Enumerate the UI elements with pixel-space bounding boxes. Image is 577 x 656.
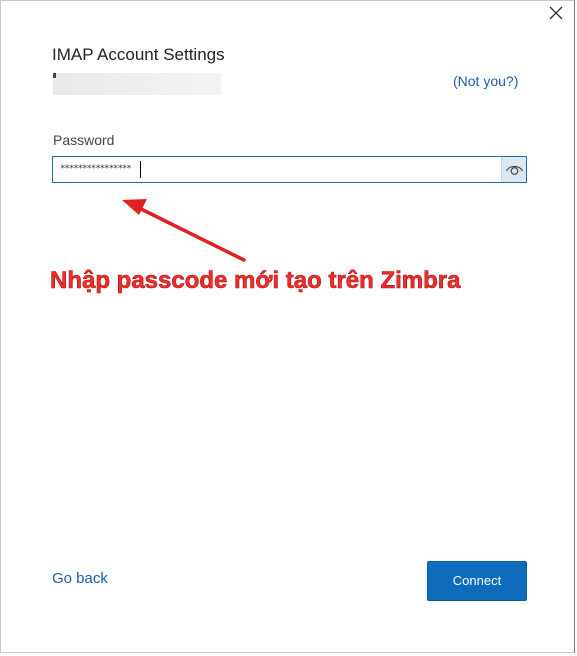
- connect-button[interactable]: Connect: [427, 561, 527, 601]
- go-back-link[interactable]: Go back: [52, 570, 108, 587]
- imap-settings-dialog: IMAP Account Settings (Not you?) Passwor…: [0, 0, 575, 653]
- annotation-label: Nhập passcode mới tạo trên Zimbra: [50, 267, 461, 295]
- arrow-icon: [122, 199, 246, 262]
